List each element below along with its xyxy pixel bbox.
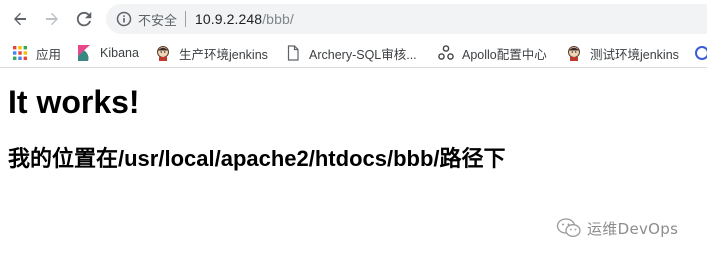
watermark: 运维DevOps (556, 216, 678, 240)
page-subheading: 我的位置在/usr/local/apache2/htdocs/bbb/路径下 (8, 146, 506, 171)
bookmark-label: Archery-SQL审核... (309, 47, 417, 62)
wechat-icon (556, 218, 581, 237)
kibana-icon (78, 45, 90, 61)
arrow-left-icon (14, 12, 26, 26)
url-path: /bbb/ (262, 11, 294, 27)
bookmark-label: 生产环境jenkins (179, 47, 268, 62)
bookmark-prod-jenkins[interactable]: 生产环境jenkins (155, 38, 268, 68)
url-text[interactable]: 10.9.2.248/bbb/ (195, 11, 294, 27)
page-icon (287, 45, 299, 61)
bookmark-partial-icon (695, 46, 707, 60)
jenkins-icon (568, 46, 580, 61)
security-status-label: 不安全 (138, 12, 178, 28)
bookmark-apollo[interactable]: Apollo配置中心 (438, 38, 547, 68)
browser-toolbar: 不安全 10.9.2.248/bbb/ (0, 0, 707, 38)
forward-button[interactable] (39, 6, 65, 32)
bookmark-archery[interactable]: Archery-SQL审核... (285, 38, 417, 68)
bookmark-test-jenkins[interactable]: 测试环境jenkins (566, 38, 679, 68)
back-button[interactable] (7, 6, 33, 32)
jenkins-icon (157, 46, 169, 61)
reload-icon (76, 11, 92, 27)
bookmark-overflow[interactable] (694, 38, 707, 68)
bookmark-apps[interactable]: 应用 (12, 38, 61, 68)
reload-button[interactable] (71, 6, 97, 32)
address-bar[interactable]: 不安全 10.9.2.248/bbb/ (106, 4, 707, 34)
arrow-right-icon (46, 12, 58, 26)
page-heading: It works! (8, 84, 140, 120)
bookmarks-bar: 应用 Kibana 生产环境jenkins Archery-SQL审核... A… (0, 38, 707, 68)
address-divider (185, 11, 187, 27)
bookmark-label: Kibana (100, 46, 139, 60)
watermark-text: 运维DevOps (587, 219, 679, 238)
apollo-icon (438, 45, 454, 60)
info-icon[interactable] (116, 11, 132, 27)
apps-grid-icon (13, 46, 27, 60)
url-host: 10.9.2.248 (195, 11, 263, 27)
bookmark-label: 测试环境jenkins (590, 47, 679, 62)
bookmark-label: 应用 (36, 47, 62, 62)
bookmark-label: Apollo配置中心 (462, 47, 547, 62)
bookmark-kibana[interactable]: Kibana (76, 38, 139, 68)
